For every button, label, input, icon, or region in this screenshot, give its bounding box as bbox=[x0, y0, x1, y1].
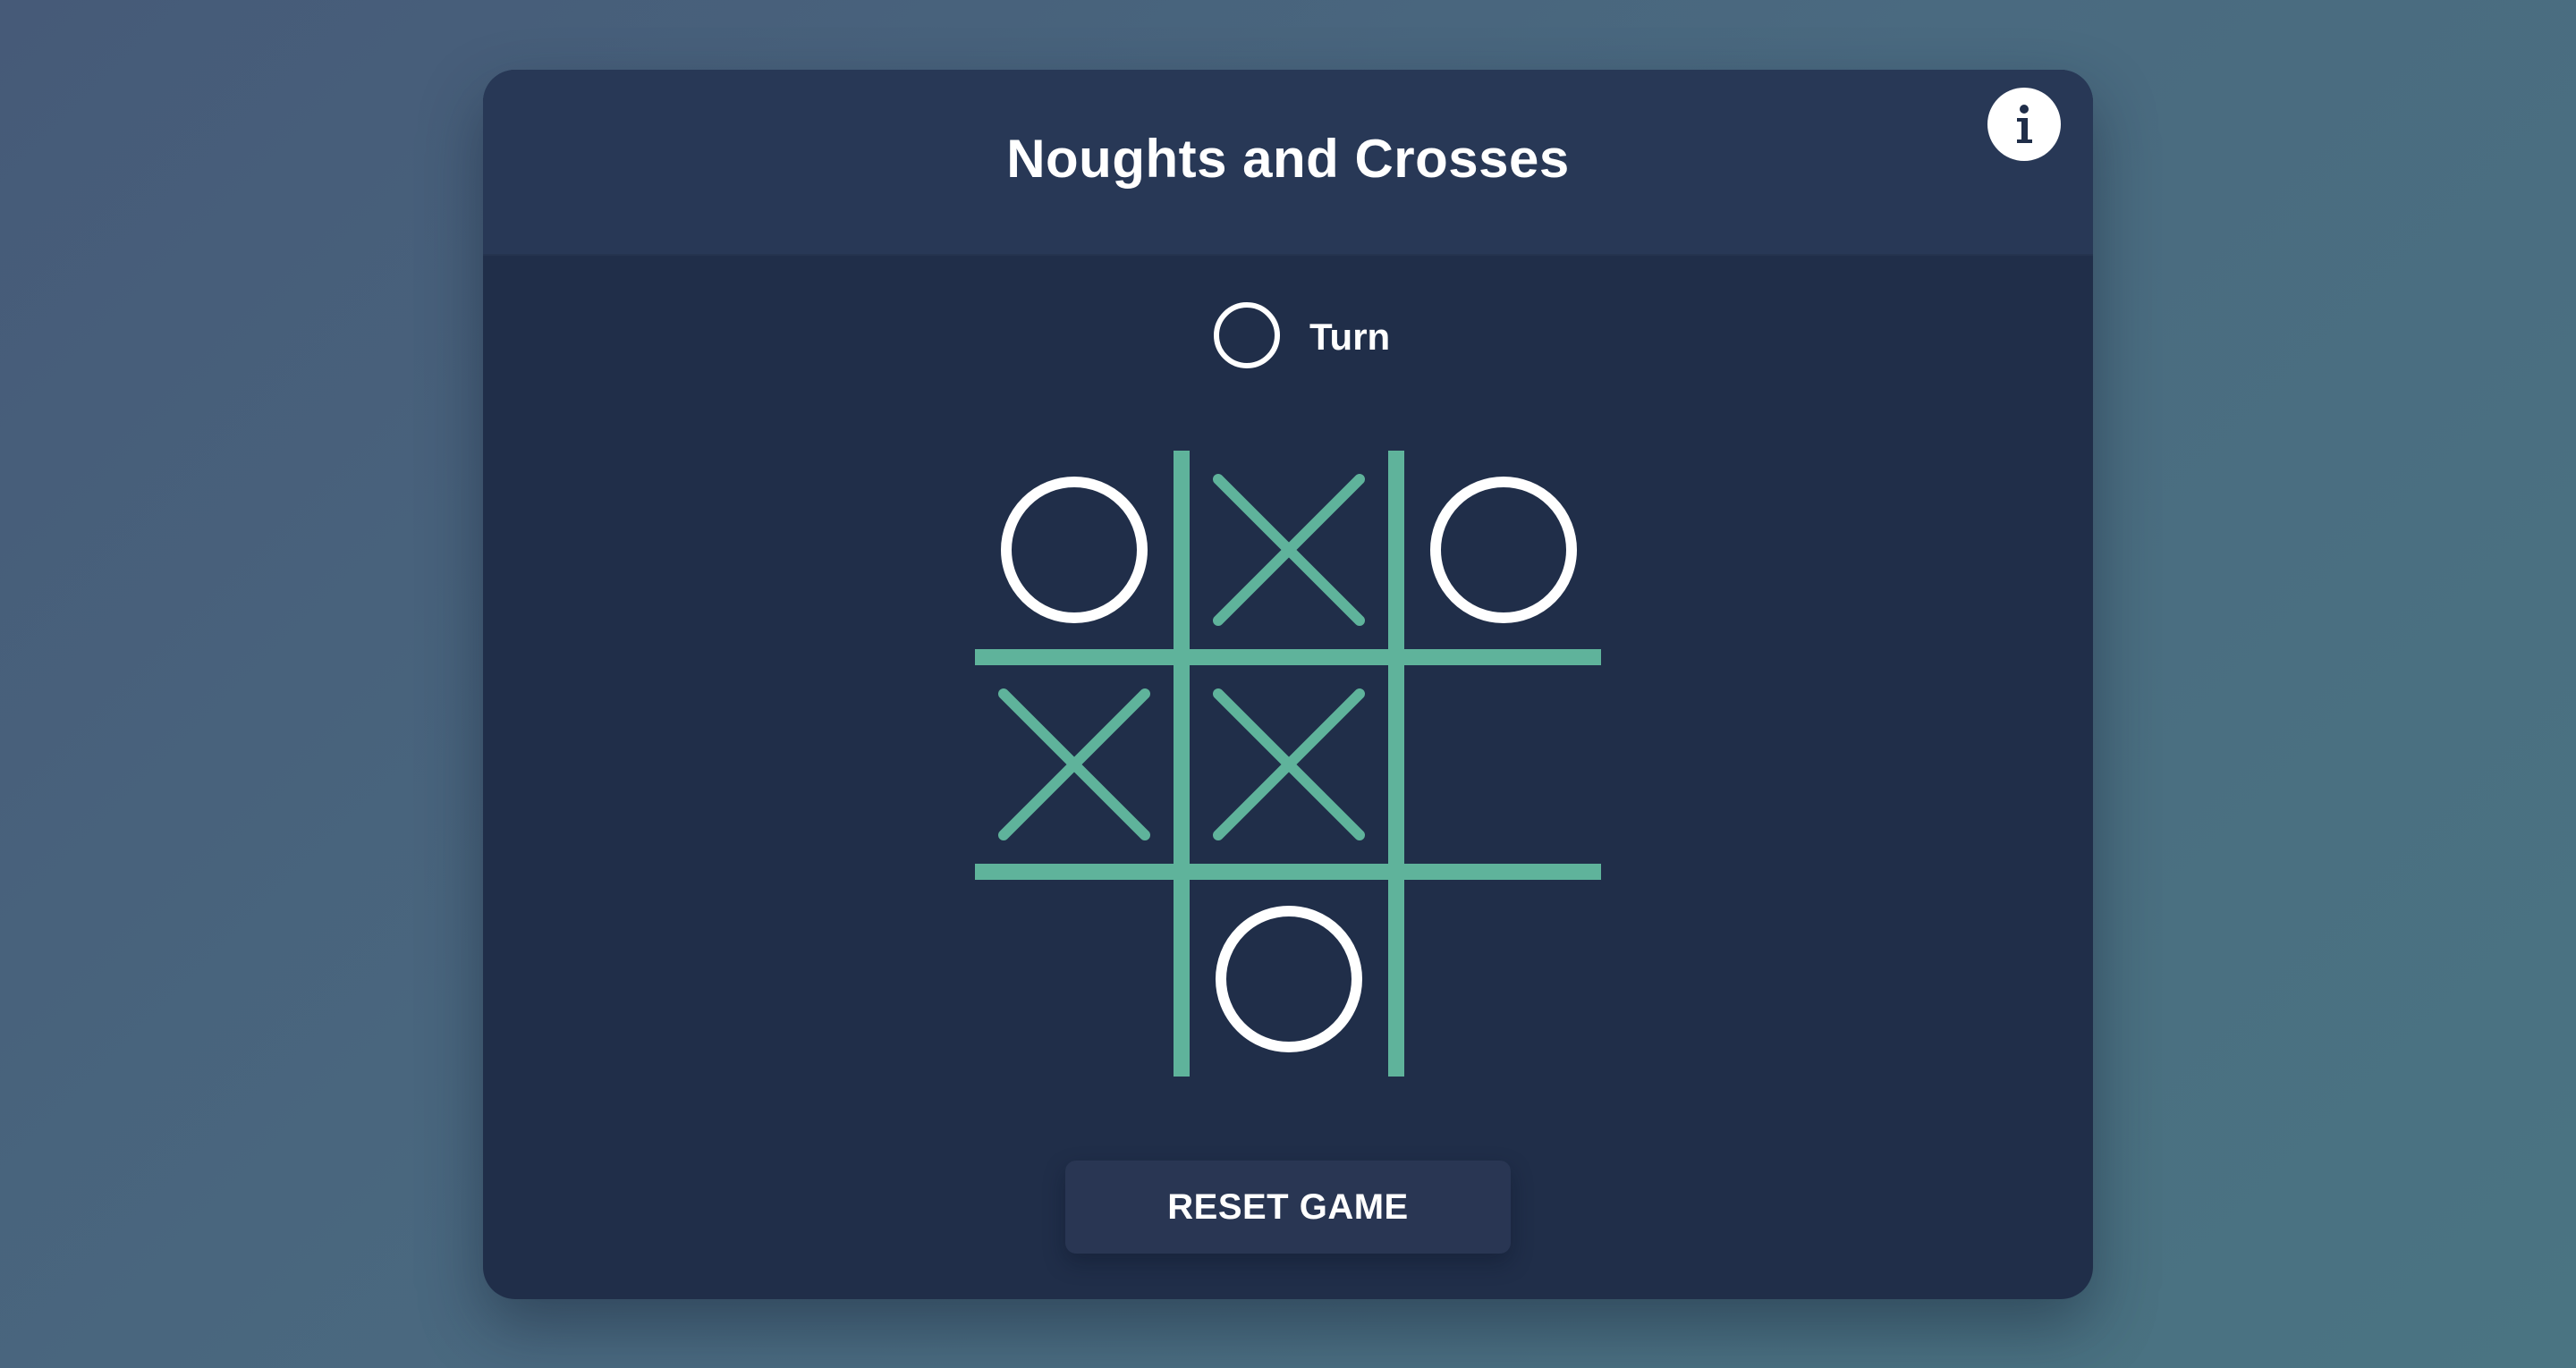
board-cell-2-3[interactable] bbox=[1404, 665, 1603, 864]
info-button[interactable] bbox=[1987, 88, 2061, 161]
grid-line-vertical-1 bbox=[1174, 451, 1190, 1077]
turn-label: Turn bbox=[1309, 316, 1391, 358]
game-board bbox=[975, 451, 1601, 1077]
o-mark-icon bbox=[1001, 477, 1148, 623]
reset-game-button[interactable]: RESET GAME bbox=[1065, 1161, 1511, 1254]
game-card: Noughts and Crosses Turn RESET GAME bbox=[483, 70, 2093, 1299]
turn-indicator: Turn bbox=[483, 300, 2093, 381]
board-cell-3-1[interactable] bbox=[975, 880, 1174, 1078]
grid-line-horizontal-2 bbox=[975, 864, 1601, 880]
board-cell-1-3[interactable] bbox=[1404, 451, 1603, 649]
o-mark-icon bbox=[1430, 477, 1577, 623]
board-cell-1-1[interactable] bbox=[975, 451, 1174, 649]
grid-line-vertical-2 bbox=[1388, 451, 1404, 1077]
board-cell-1-2[interactable] bbox=[1190, 451, 1388, 649]
x-mark-icon bbox=[1213, 474, 1365, 626]
board-cell-2-2[interactable] bbox=[1190, 665, 1388, 864]
board-cell-3-2[interactable] bbox=[1190, 880, 1388, 1078]
board-cell-3-3[interactable] bbox=[1404, 880, 1603, 1078]
x-mark-icon bbox=[1213, 688, 1365, 840]
board-cell-2-1[interactable] bbox=[975, 665, 1174, 864]
page-title: Noughts and Crosses bbox=[1006, 129, 1570, 189]
o-mark-icon bbox=[1216, 906, 1362, 1052]
grid-line-horizontal-1 bbox=[975, 649, 1601, 665]
card-header: Noughts and Crosses bbox=[483, 70, 2093, 256]
current-player-o-icon bbox=[1212, 300, 1282, 370]
x-mark-icon bbox=[998, 688, 1150, 840]
info-icon bbox=[2017, 105, 2032, 143]
